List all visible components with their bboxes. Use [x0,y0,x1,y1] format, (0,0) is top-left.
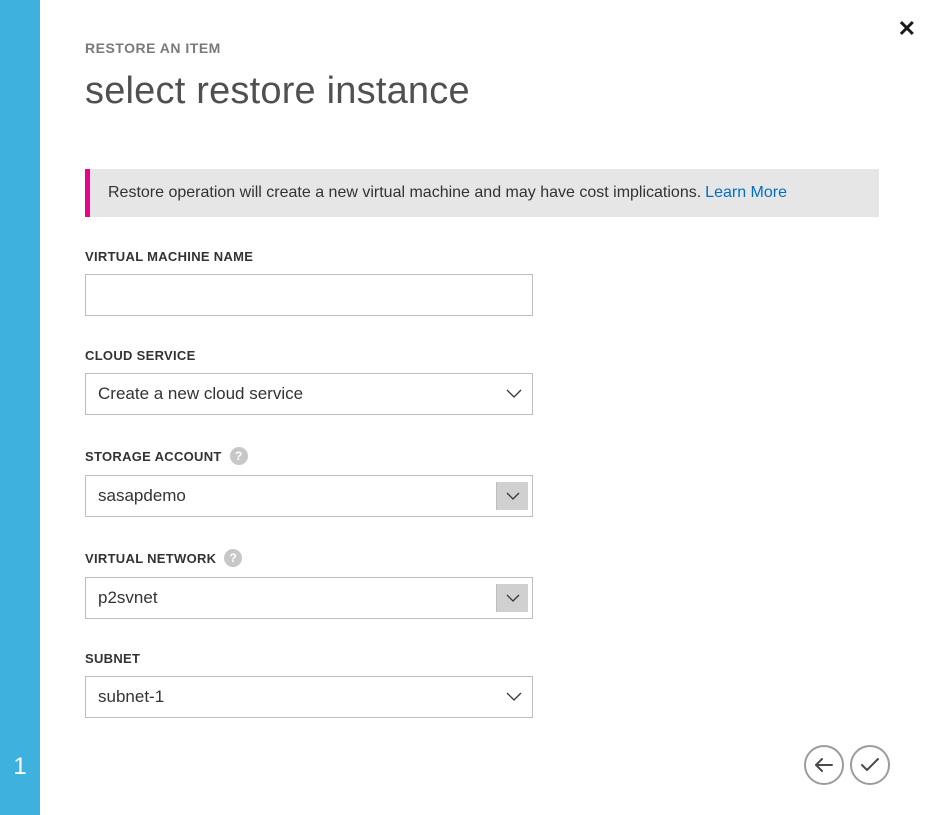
check-icon [860,757,880,773]
storage-account-select[interactable]: sasapdemo [85,475,533,517]
field-cloud-service: CLOUD SERVICE Create a new cloud service [85,348,879,415]
step-number: 1 [13,753,26,781]
vm-name-label: VIRTUAL MACHINE NAME [85,249,879,264]
help-icon[interactable]: ? [230,447,248,465]
storage-account-value: sasapdemo [86,486,496,506]
wizard-nav [804,745,890,785]
subnet-select[interactable]: subnet-1 [85,676,533,718]
field-vm-name: VIRTUAL MACHINE NAME [85,249,879,316]
close-icon[interactable]: ✕ [898,18,916,40]
virtual-network-select[interactable]: p2svnet [85,577,533,619]
field-storage-account: STORAGE ACCOUNT ? sasapdemo [85,447,879,517]
subnet-value: subnet-1 [86,687,496,707]
chevron-down-icon [496,482,528,510]
virtual-network-label: VIRTUAL NETWORK [85,551,216,566]
page-title: select restore instance [85,70,879,113]
help-icon[interactable]: ? [224,549,242,567]
cloud-service-select[interactable]: Create a new cloud service [85,373,533,415]
info-banner: Restore operation will create a new virt… [85,169,879,217]
chevron-down-icon [496,374,532,414]
back-button[interactable] [804,745,844,785]
breadcrumb: RESTORE AN ITEM [85,40,879,56]
cloud-service-label: CLOUD SERVICE [85,348,879,363]
cloud-service-value: Create a new cloud service [86,384,496,404]
wizard-step-rail: 1 [0,0,40,815]
banner-text: Restore operation will create a new virt… [108,184,701,202]
chevron-down-icon [496,677,532,717]
storage-account-label: STORAGE ACCOUNT [85,449,222,464]
field-virtual-network: VIRTUAL NETWORK ? p2svnet [85,549,879,619]
virtual-network-value: p2svnet [86,588,496,608]
learn-more-link[interactable]: Learn More [705,184,787,202]
main-content: ✕ RESTORE AN ITEM select restore instanc… [40,0,934,815]
arrow-left-icon [815,758,833,772]
confirm-button[interactable] [850,745,890,785]
vm-name-input[interactable] [85,274,533,316]
field-subnet: SUBNET subnet-1 [85,651,879,718]
subnet-label: SUBNET [85,651,879,666]
chevron-down-icon [496,584,528,612]
